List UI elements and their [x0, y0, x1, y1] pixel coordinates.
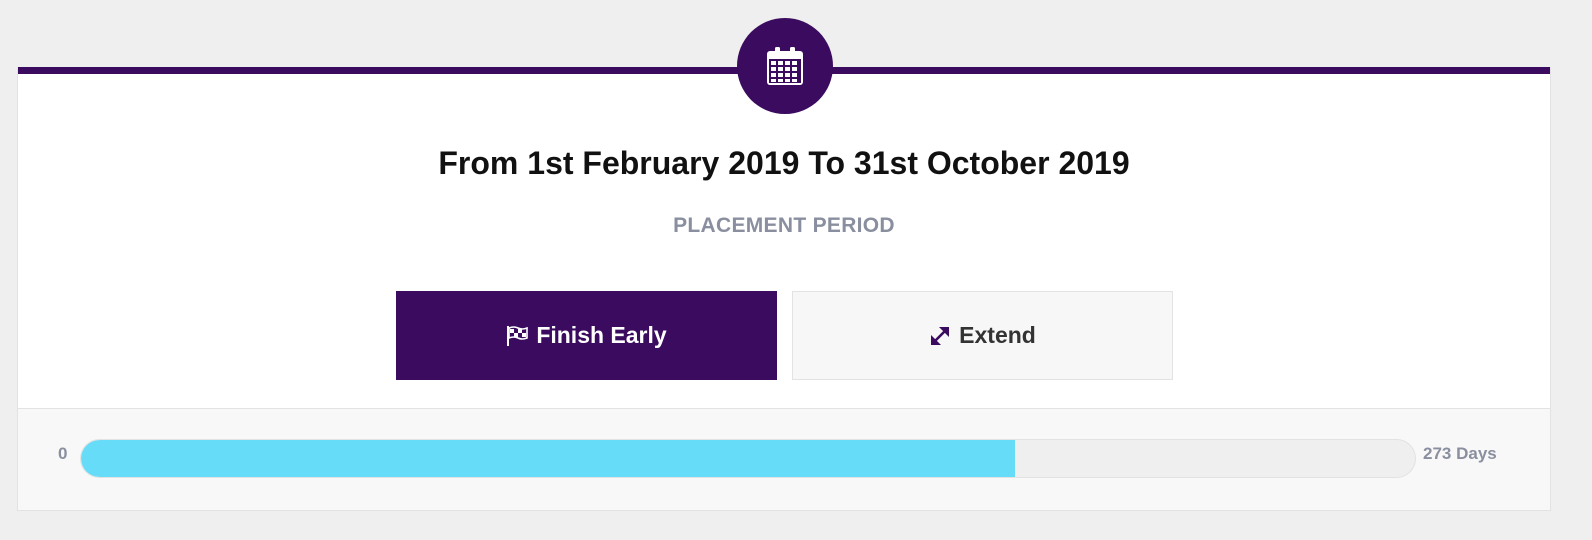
- progress-max-label: 273 Days: [1423, 444, 1497, 463]
- expand-arrows-icon: [931, 326, 950, 345]
- extend-button[interactable]: Extend: [792, 291, 1173, 380]
- progress-min-label: 0: [58, 444, 68, 463]
- calendar-icon: [767, 47, 803, 85]
- placement-period-label: PLACEMENT PERIOD: [673, 214, 895, 237]
- placement-period-title: From 1st February 2019 To 31st October 2…: [438, 145, 1130, 181]
- progress-fill: [81, 440, 1015, 477]
- extend-label: Extend: [959, 322, 1036, 348]
- progress-footer: 0 273 Days: [18, 408, 1550, 510]
- checkered-flag-icon: [507, 325, 529, 346]
- calendar-badge: [737, 18, 833, 114]
- placement-card: From 1st February 2019 To 31st October 2…: [17, 18, 1551, 511]
- progress-track: [80, 439, 1416, 478]
- finish-early-label: Finish Early: [536, 322, 667, 348]
- finish-early-button[interactable]: Finish Early: [396, 291, 777, 380]
